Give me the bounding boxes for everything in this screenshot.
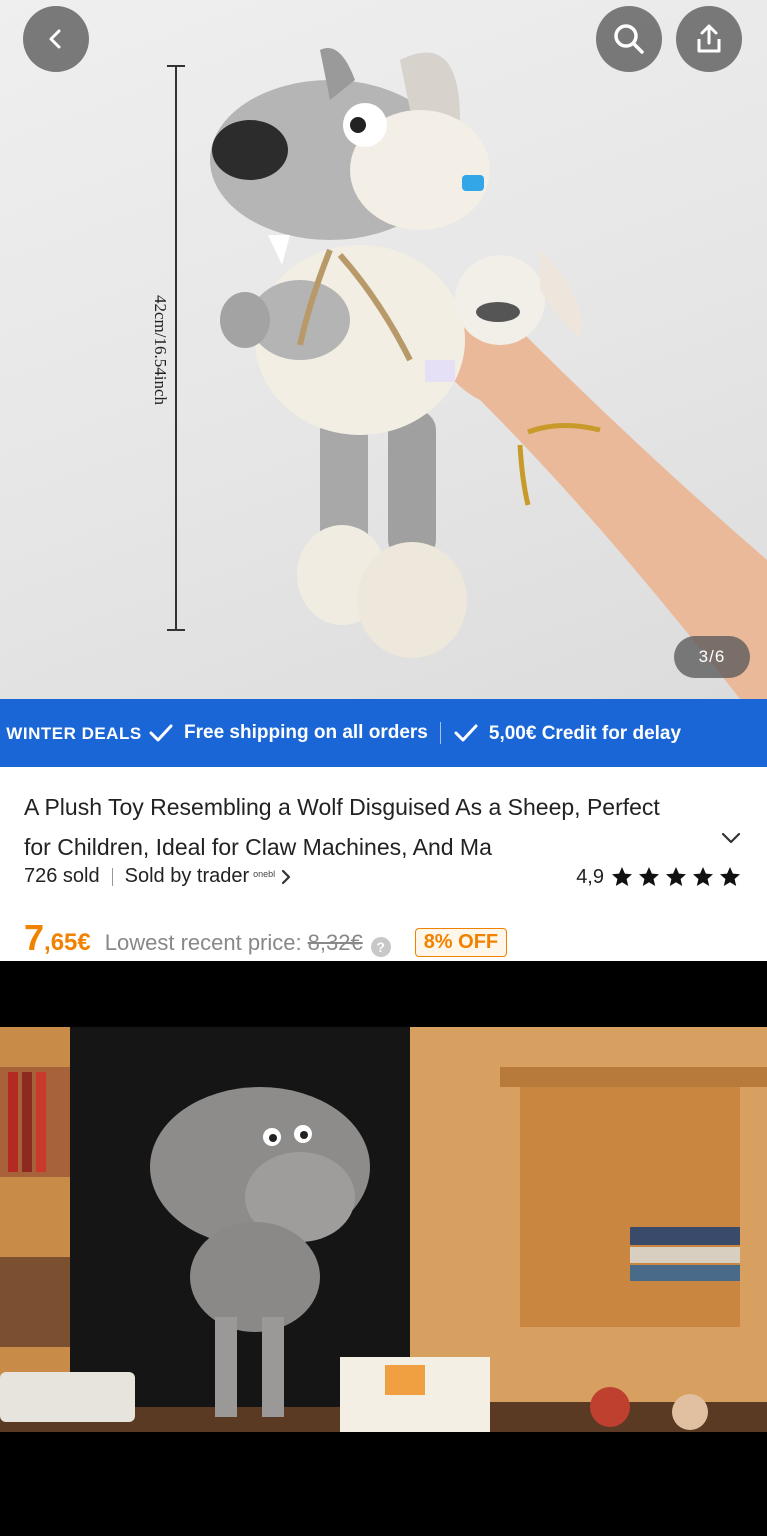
share-button[interactable] — [676, 6, 742, 72]
promo-credit-label: 5,00€ Credit for delay — [488, 722, 682, 744]
price-row: 7 ,65€ Lowest recent price: 8,32€ ? 8% O… — [24, 917, 508, 959]
video-still — [0, 1027, 767, 1432]
share-icon — [697, 24, 721, 53]
promo-banner[interactable]: WINTER DEALS Free shipping on all orders… — [0, 699, 767, 767]
product-image-gallery[interactable]: 42cm/16.54inch 3/6 — [0, 0, 767, 699]
meta-divider — [111, 867, 113, 886]
title-fade — [610, 827, 690, 867]
price-main: 7 — [24, 917, 45, 958]
help-icon[interactable]: ? — [370, 937, 391, 957]
back-arrow-icon — [49, 29, 61, 49]
star-icon — [639, 867, 659, 886]
sold-by-label: Sold by trader — [124, 865, 250, 887]
product-details: A Plush Toy Resembling a Wolf Disguised … — [0, 767, 767, 961]
trader-logo: onebl — [253, 868, 276, 879]
expand-title-button[interactable] — [720, 830, 742, 851]
old-price: 8,32€ — [307, 930, 363, 955]
promo-title: WINTER DEALS — [6, 723, 142, 743]
product-photo — [210, 48, 767, 699]
checkmark-icon — [454, 724, 478, 742]
star-icon — [666, 867, 686, 886]
image-counter: 3/6 — [674, 636, 750, 678]
star-icon — [720, 867, 740, 886]
product-meta: 726 sold Sold by trader onebl — [24, 865, 293, 888]
sold-count: 726 sold — [24, 865, 100, 887]
price-cents: ,65€ — [44, 929, 91, 956]
back-button[interactable] — [23, 6, 89, 72]
promo-credit: 5,00€ Credit for delay — [453, 720, 689, 747]
product-title[interactable]: A Plush Toy Resembling a Wolf Disguised … — [24, 787, 684, 867]
rating-value: 4,9 — [576, 865, 604, 888]
promo-free-shipping: Free shipping on all orders — [148, 722, 428, 744]
discount-badge: 8% OFF — [414, 928, 508, 957]
seller-link[interactable]: Sold by trader onebl — [125, 865, 294, 888]
chevron-down-icon — [721, 832, 741, 844]
search-icon — [614, 24, 644, 54]
star-icon — [612, 867, 632, 886]
promo-divider — [439, 722, 441, 744]
checkmark-icon — [149, 724, 173, 742]
video-frame — [0, 1027, 767, 1432]
rating[interactable]: 4,9 — [576, 865, 743, 889]
chevron-right-icon — [282, 869, 291, 884]
lowest-price-label: Lowest recent price: — [104, 930, 302, 955]
search-button[interactable] — [596, 6, 662, 72]
product-video[interactable] — [0, 961, 767, 1536]
star-icon — [693, 867, 713, 886]
promo-free-shipping-label: Free shipping on all orders — [184, 722, 428, 743]
rating-stars — [608, 865, 743, 889]
